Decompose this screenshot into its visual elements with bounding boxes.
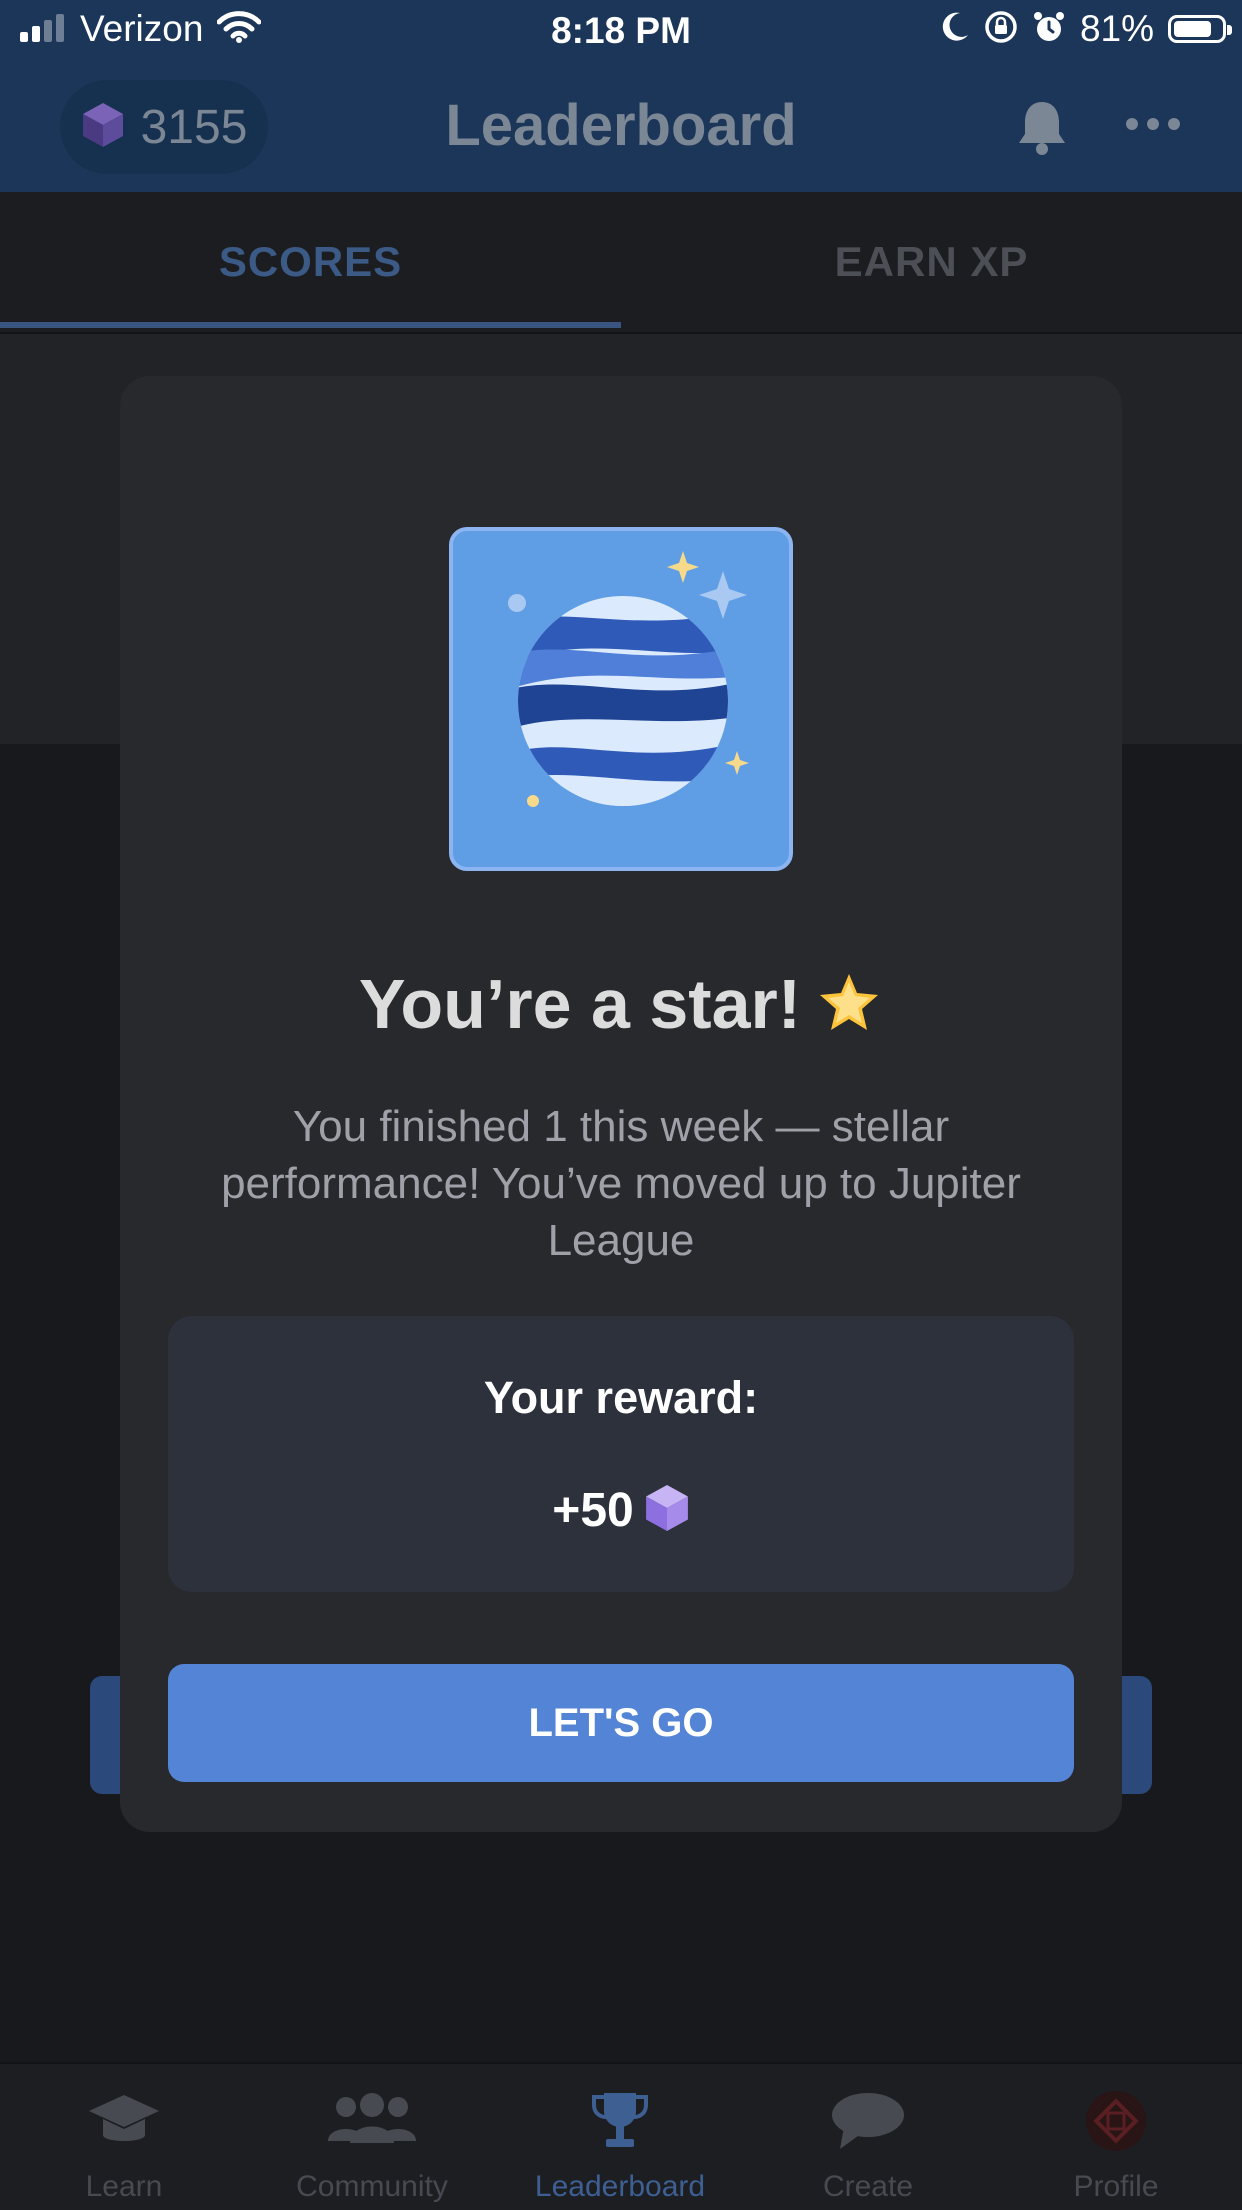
- modal-message: You finished 1 this week — stellar perfo…: [221, 1102, 1021, 1265]
- app-header: 3155 Leaderboard: [0, 62, 1242, 192]
- battery-icon: [1168, 15, 1232, 43]
- battery-percent: 81%: [1079, 8, 1154, 49]
- status-bar: Verizon 8:18 PM 81%: [0, 0, 1242, 62]
- reward-value: +50: [552, 1484, 634, 1537]
- moon-icon: [940, 11, 970, 48]
- nav-item-leaderboard[interactable]: Leaderboard: [496, 2064, 744, 2210]
- reward-card: Your reward: +50: [168, 1316, 1074, 1592]
- nav-label-community: Community: [296, 2170, 448, 2203]
- nav-label-create: Create: [822, 2170, 914, 2203]
- more-icon[interactable]: [1126, 118, 1180, 130]
- graduation-cap-icon: [0, 2086, 248, 2156]
- nav-label-leaderboard: Leaderboard: [534, 2170, 706, 2203]
- people-icon: [248, 2086, 496, 2156]
- tab-scores[interactable]: SCORES: [0, 192, 621, 332]
- avatar-icon: [992, 2086, 1240, 2156]
- league-promotion-modal: You’re a star! You finished 1 this week …: [120, 376, 1122, 1832]
- alarm-icon: [1032, 10, 1066, 49]
- planet-jupiter-icon: [449, 527, 793, 871]
- nav-label-learn: Learn: [85, 2170, 163, 2203]
- chat-bubble-icon: [744, 2086, 992, 2156]
- tab-bar: SCORES EARN XP: [0, 192, 1242, 334]
- nav-item-community[interactable]: Community: [248, 2064, 496, 2210]
- nav-item-create[interactable]: Create: [744, 2064, 992, 2210]
- nav-item-profile[interactable]: Profile: [992, 2064, 1240, 2210]
- active-tab-indicator: [0, 322, 621, 328]
- reward-amount: +50: [168, 1482, 1074, 1539]
- modal-title-text: You’re a star!: [358, 965, 802, 1043]
- bell-icon[interactable]: [1016, 98, 1068, 161]
- glowing-star-icon: [815, 968, 883, 1052]
- reward-label: Your reward:: [483, 1372, 759, 1423]
- lets-go-button[interactable]: LET'S GO: [168, 1664, 1074, 1782]
- trophy-icon: [496, 2086, 744, 2156]
- modal-title: You’re a star!: [120, 964, 1122, 1052]
- nav-label-profile: Profile: [1073, 2170, 1159, 2203]
- gem-icon: [644, 1482, 690, 1539]
- rotation-lock-icon: [984, 10, 1018, 49]
- tab-earn-xp[interactable]: EARN XP: [621, 192, 1242, 332]
- bottom-nav: Learn Community Leaderboard Create Profi…: [0, 2062, 1242, 2210]
- nav-item-learn[interactable]: Learn: [0, 2064, 248, 2210]
